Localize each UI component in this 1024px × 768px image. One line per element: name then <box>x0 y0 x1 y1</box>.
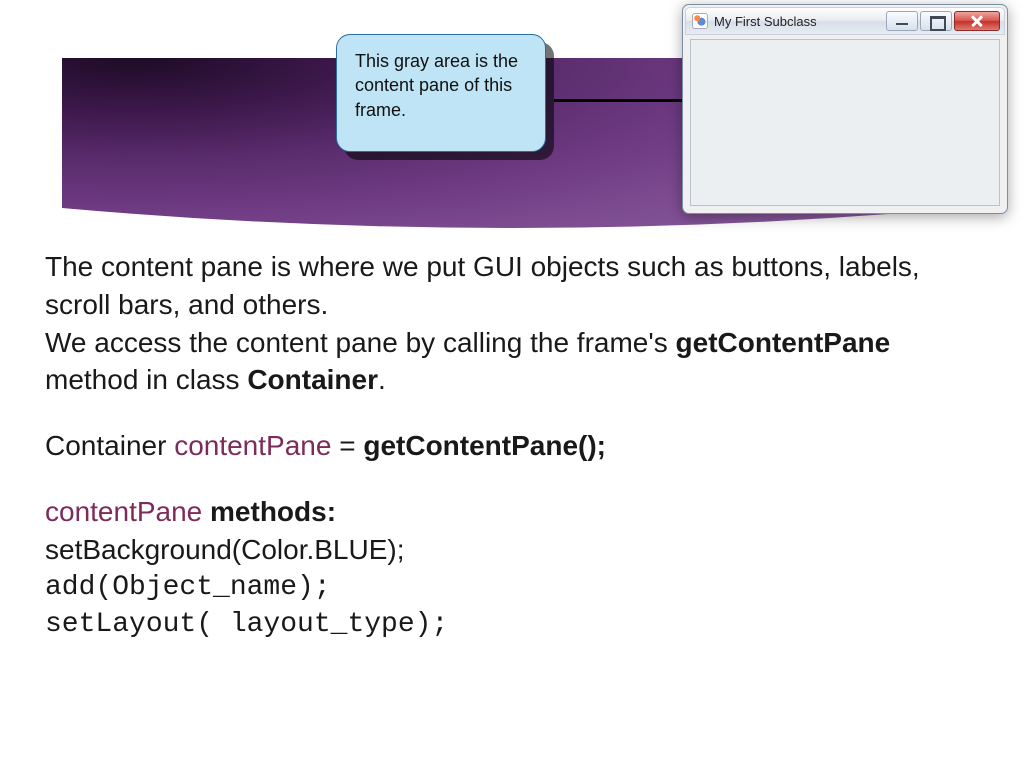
methods-header: contentPane methods: <box>45 493 965 531</box>
content-pane <box>690 39 1000 206</box>
titlebar[interactable]: My First Subclass <box>685 7 1005 35</box>
close-button[interactable] <box>954 11 1000 31</box>
slide-body: The content pane is where we put GUI obj… <box>45 248 965 644</box>
method-3: setLayout( layout_type); <box>45 606 965 644</box>
window-title: My First Subclass <box>714 14 886 29</box>
callout-text: This gray area is the content pane of th… <box>336 34 546 152</box>
java-icon <box>692 13 708 29</box>
declaration-line: Container contentPane = getContentPane()… <box>45 427 965 465</box>
callout: This gray area is the content pane of th… <box>336 34 554 156</box>
method-2: add(Object_name); <box>45 569 965 607</box>
paragraph-1: The content pane is where we put GUI obj… <box>45 248 965 399</box>
maximize-button[interactable] <box>920 11 952 31</box>
java-window: My First Subclass <box>682 4 1008 214</box>
method-1: setBackground(Color.BLUE); <box>45 531 965 569</box>
minimize-button[interactable] <box>886 11 918 31</box>
